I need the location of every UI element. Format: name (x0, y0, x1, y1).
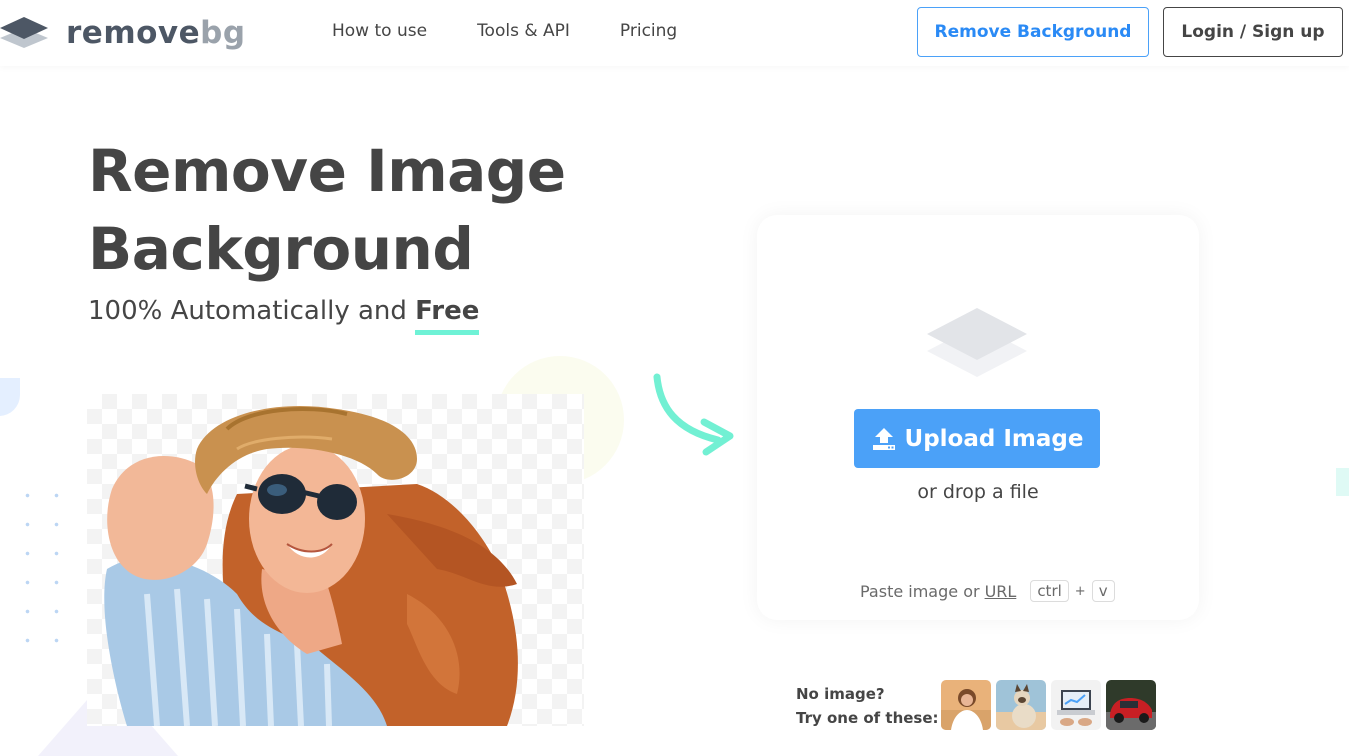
drop-file-text: or drop a file (917, 481, 1039, 503)
sample-thumb-laptop[interactable] (1051, 680, 1101, 730)
upload-icon (872, 427, 895, 450)
kbd-v: v (1091, 580, 1115, 602)
hero-title-line1: Remove Image (88, 137, 566, 205)
sample-thumb-cat[interactable] (996, 680, 1046, 730)
sample-thumb-woman[interactable] (941, 680, 991, 730)
nav-pricing[interactable]: Pricing (620, 21, 677, 41)
free-text: Free (415, 296, 480, 326)
hero-subtitle-prefix: 100% Automatically and (88, 296, 407, 326)
hero-title-line2: Background (88, 215, 474, 283)
decorative-blue-shape (0, 378, 20, 416)
sample-thumbnails (941, 680, 1161, 730)
remove-background-button[interactable]: Remove Background (917, 7, 1149, 57)
kbd-ctrl: ctrl (1030, 580, 1069, 602)
hero-subtitle-highlight: Free (415, 296, 480, 335)
paste-hint: Paste image or URL ctrl + v (860, 580, 1115, 602)
nav-how-to-use[interactable]: How to use (332, 21, 427, 41)
arrow-pointing-icon (653, 373, 734, 456)
woman-with-hat-illustration (104, 405, 518, 726)
samples-line1: No image? (796, 685, 885, 703)
logo-word-remove: remove (66, 14, 201, 51)
header: removebg How to use Tools & API Pricing … (0, 0, 1349, 66)
hero-sample-image (87, 394, 584, 726)
login-signup-button[interactable]: Login / Sign up (1163, 7, 1343, 57)
hero-subtitle: 100% Automatically and Free (88, 296, 480, 335)
paste-url-link[interactable]: URL (985, 582, 1017, 601)
nav-tools-api[interactable]: Tools & API (477, 21, 570, 41)
decorative-dot-grid (13, 481, 83, 661)
logo-layers-icon (0, 17, 48, 48)
upload-button-label: Upload Image (904, 425, 1084, 452)
main-nav: How to use Tools & API Pricing (332, 21, 727, 41)
layers-placeholder-icon (927, 308, 1027, 377)
logo-text: removebg (66, 14, 246, 51)
upload-card[interactable]: Upload Image or drop a file Paste image … (757, 215, 1199, 620)
logo-word-bg: bg (200, 14, 246, 51)
sample-thumb-car[interactable] (1106, 680, 1156, 730)
samples-line2: Try one of these: (796, 709, 939, 727)
decorative-mint-shape (1336, 468, 1349, 496)
logo[interactable]: removebg (0, 12, 246, 54)
hero-title: Remove Image Background (88, 132, 566, 288)
free-underline (415, 330, 480, 335)
kbd-plus: + (1074, 583, 1086, 599)
samples-prompt: No image? Try one of these: (796, 682, 939, 730)
paste-prefix-text: Paste image or (860, 581, 980, 601)
upload-image-button[interactable]: Upload Image (854, 409, 1100, 468)
